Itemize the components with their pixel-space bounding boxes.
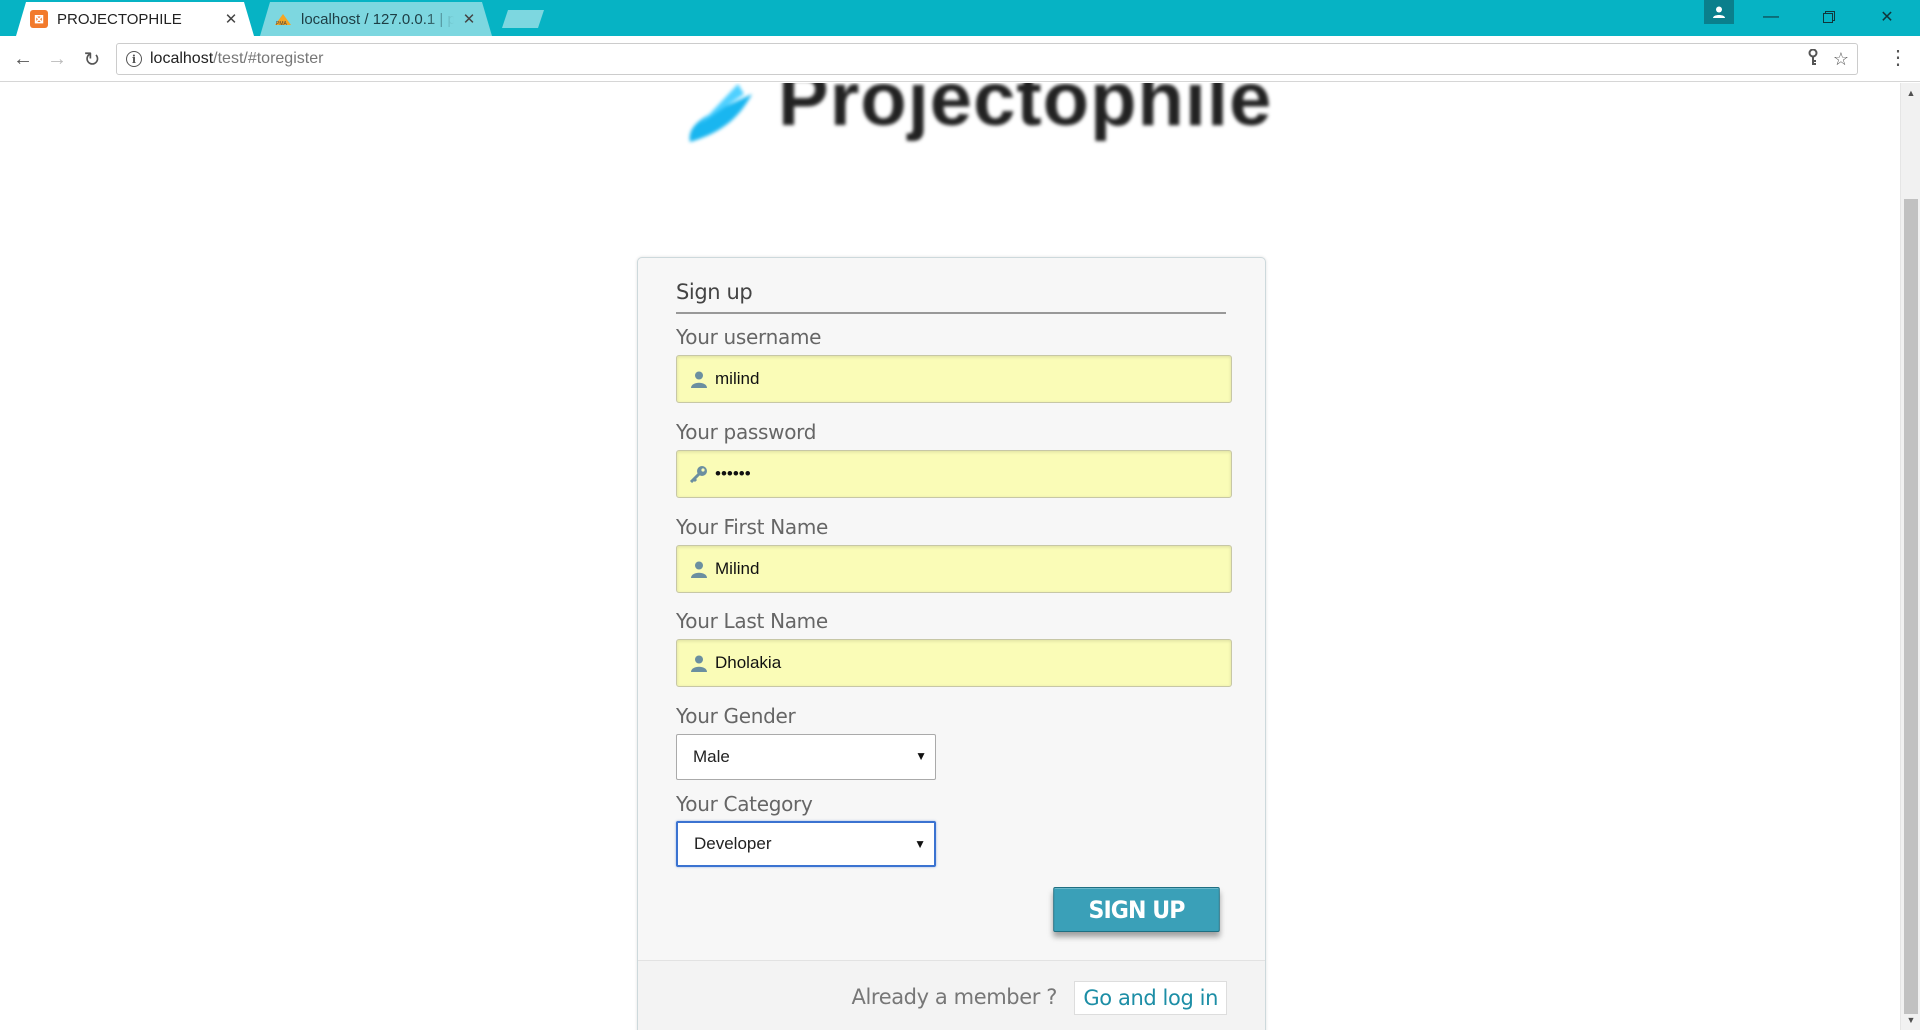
user-icon <box>689 653 709 673</box>
gender-selected-value: Male <box>693 747 730 766</box>
address-bar[interactable]: i localhost/test/#toregister ☆ <box>116 43 1858 75</box>
scrollbar-thumb[interactable] <box>1904 199 1918 1014</box>
first-name-field[interactable] <box>676 545 1232 593</box>
new-tab-button[interactable] <box>502 10 544 28</box>
password-input[interactable] <box>715 464 1215 484</box>
username-input[interactable] <box>715 369 1215 389</box>
tab-close-icon[interactable]: ✕ <box>460 10 478 28</box>
profile-icon[interactable] <box>1704 0 1734 24</box>
info-icon[interactable]: i <box>126 51 142 67</box>
browser-toolbar: ← → ↻ i localhost/test/#toregister ☆ ⋮ <box>0 36 1920 82</box>
user-icon <box>689 559 709 579</box>
form-title: Sign up <box>676 280 1226 314</box>
tab-close-icon[interactable]: ✕ <box>222 10 240 28</box>
close-window-icon[interactable]: ✕ <box>1864 0 1910 34</box>
user-icon <box>689 369 709 389</box>
password-field[interactable] <box>676 450 1232 498</box>
username-field[interactable] <box>676 355 1232 403</box>
logo-wordmark: Projectophile <box>778 83 1273 142</box>
chevron-down-icon: ▼ <box>915 749 927 763</box>
last-name-input[interactable] <box>715 653 1215 673</box>
logo-mark-icon <box>680 83 760 144</box>
tab-title: PROJECTOPHILE <box>57 10 182 28</box>
signup-form: Sign up Your username Your password Your… <box>637 257 1266 1030</box>
password-label: Your password <box>676 420 817 444</box>
xampp-favicon-icon: ⊠ <box>30 10 48 28</box>
category-selected-value: Developer <box>694 834 772 853</box>
last-name-label: Your Last Name <box>676 609 828 633</box>
go-log-in-link[interactable]: Go and log in <box>1074 981 1227 1015</box>
category-select[interactable]: Developer ▼ <box>676 821 936 867</box>
more-vert-icon[interactable]: ⋮ <box>1888 48 1908 68</box>
back-arrow-icon[interactable]: ← <box>10 46 36 72</box>
tab-projectophile[interactable]: ⊠ PROJECTOPHILE ✕ <box>16 2 254 36</box>
key-icon[interactable] <box>1807 48 1819 72</box>
star-icon[interactable]: ☆ <box>1833 49 1849 72</box>
page-viewport: Projectophile Sign up Your username Your… <box>0 83 1900 1030</box>
category-label: Your Category <box>676 792 813 816</box>
first-name-label: Your First Name <box>676 515 829 539</box>
last-name-field[interactable] <box>676 639 1232 687</box>
forward-arrow-icon[interactable]: → <box>44 46 70 72</box>
url-host: localhost <box>150 50 214 67</box>
reload-icon[interactable]: ↻ <box>79 46 105 72</box>
scroll-down-icon[interactable]: ▼ <box>1901 1012 1920 1028</box>
url-path: /test/#toregister <box>213 50 324 67</box>
site-logo: Projectophile <box>680 83 1272 149</box>
gender-select[interactable]: Male ▼ <box>676 734 936 780</box>
form-footer: Already a member ? Go and log in <box>638 960 1265 1030</box>
key-icon <box>689 464 709 484</box>
vertical-scrollbar[interactable]: ▲ ▼ <box>1900 83 1920 1030</box>
gender-label: Your Gender <box>676 704 796 728</box>
sign-up-button[interactable]: SIGN UP <box>1053 887 1220 932</box>
tab-title: localhost / 127.0.0.1 | phpMyAdmin <box>301 10 454 28</box>
browser-titlebar: ⊠ PROJECTOPHILE ✕ PMA localhost / 127.0.… <box>0 0 1920 36</box>
svg-text:PMA: PMA <box>276 21 288 26</box>
chevron-down-icon: ▼ <box>914 837 926 851</box>
first-name-input[interactable] <box>715 559 1215 579</box>
already-member-text: Already a member ? <box>851 985 1058 1009</box>
minimize-icon[interactable]: — <box>1748 0 1794 34</box>
phpmyadmin-favicon-icon: PMA <box>274 10 292 28</box>
restore-icon[interactable] <box>1806 0 1852 34</box>
tab-phpmyadmin[interactable]: PMA localhost / 127.0.0.1 | phpMyAdmin ✕ <box>260 2 492 36</box>
username-label: Your username <box>676 325 822 349</box>
scroll-up-icon[interactable]: ▲ <box>1901 85 1920 101</box>
